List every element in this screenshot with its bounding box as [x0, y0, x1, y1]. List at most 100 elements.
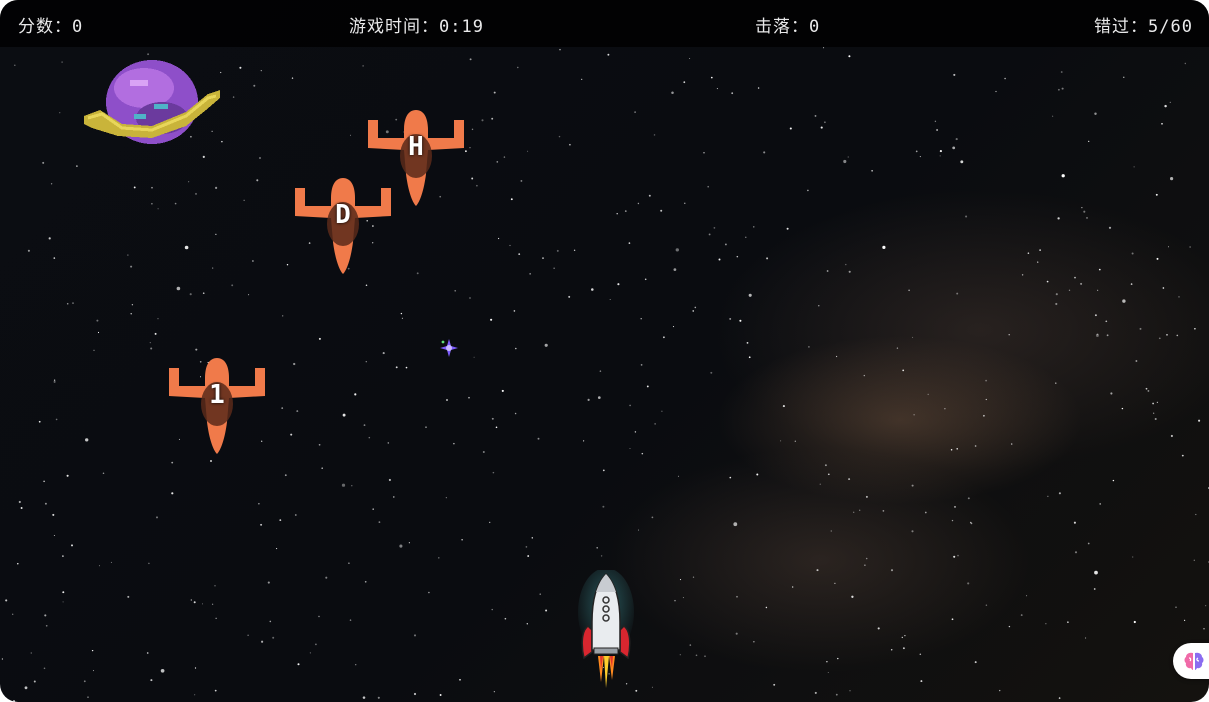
star: [267, 581, 270, 584]
star: [955, 138, 958, 141]
star: [609, 298, 611, 301]
star: [553, 267, 555, 269]
star: [999, 689, 1001, 692]
star: [388, 478, 391, 482]
star: [315, 643, 317, 646]
star: [816, 569, 819, 572]
star: [459, 678, 461, 681]
star: [924, 511, 927, 514]
star: [526, 623, 528, 625]
star: [707, 185, 709, 188]
star: [637, 202, 640, 205]
star: [495, 426, 498, 429]
star: [826, 660, 828, 663]
star: [253, 84, 256, 87]
star: [848, 478, 851, 481]
star: [399, 544, 403, 548]
star: [1193, 559, 1195, 561]
star: [102, 472, 105, 474]
star: [127, 595, 130, 598]
star: [529, 273, 531, 275]
star: [468, 396, 470, 399]
star: [148, 562, 150, 565]
star: [834, 582, 836, 585]
star: [1055, 293, 1058, 296]
star: [1175, 606, 1177, 608]
star: [520, 179, 523, 182]
star: [951, 519, 954, 522]
star: [818, 305, 820, 307]
star: [1085, 637, 1087, 639]
star: [847, 156, 849, 158]
star: [130, 265, 133, 268]
star: [763, 151, 766, 154]
star: [282, 315, 284, 317]
star: [1004, 77, 1006, 80]
star: [1094, 314, 1097, 317]
star: [837, 657, 839, 660]
star: [985, 398, 987, 401]
game-canvas[interactable]: 分数：0 游戏时间：0:19 击落：0 错过：5/60 H D 1: [0, 0, 1209, 702]
enemy-ship: D: [291, 172, 395, 276]
star: [1068, 289, 1071, 291]
star: [756, 473, 759, 476]
star: [1083, 210, 1086, 213]
star: [195, 348, 198, 351]
star: [568, 295, 571, 298]
star: [157, 208, 159, 210]
star: [256, 179, 259, 182]
star: [823, 47, 825, 49]
star: [956, 448, 958, 450]
star: [62, 555, 64, 557]
star: [453, 442, 455, 445]
star: [814, 114, 817, 117]
star: [269, 620, 272, 623]
star: [902, 369, 905, 372]
star: [1055, 302, 1058, 306]
star: [896, 347, 899, 349]
star: [1010, 443, 1013, 445]
star: [682, 597, 684, 599]
star: [18, 500, 21, 504]
star: [956, 292, 959, 295]
star: [1027, 252, 1030, 254]
star: [1164, 104, 1167, 108]
star: [1021, 274, 1024, 276]
assistant-button[interactable]: [1173, 643, 1209, 679]
star: [745, 236, 747, 238]
game-time-label: 游戏时间：: [349, 17, 439, 37]
star: [195, 192, 197, 195]
star: [1037, 261, 1039, 263]
star: [1183, 619, 1186, 622]
star: [877, 627, 880, 630]
star: [1158, 337, 1161, 340]
score-label: 分数：: [18, 17, 72, 37]
star: [724, 243, 727, 246]
star: [934, 120, 937, 123]
star: [1057, 217, 1060, 220]
star: [184, 245, 189, 250]
star: [677, 475, 680, 477]
star: [1184, 62, 1186, 65]
star: [689, 57, 691, 60]
star: [718, 258, 721, 261]
star: [491, 117, 494, 120]
star: [1156, 257, 1159, 260]
star: [830, 530, 832, 532]
star: [950, 449, 953, 451]
star: [1133, 166, 1135, 168]
star: [52, 513, 55, 516]
star: [1061, 87, 1064, 90]
star: [1097, 289, 1099, 291]
star: [12, 613, 14, 615]
star: [469, 58, 472, 61]
star: [72, 302, 74, 304]
star: [864, 564, 866, 566]
star: [1132, 556, 1134, 558]
star: [820, 126, 823, 129]
star: [908, 289, 910, 292]
star: [599, 370, 602, 372]
star: [920, 680, 923, 683]
star: [531, 537, 534, 539]
star: [807, 345, 810, 348]
